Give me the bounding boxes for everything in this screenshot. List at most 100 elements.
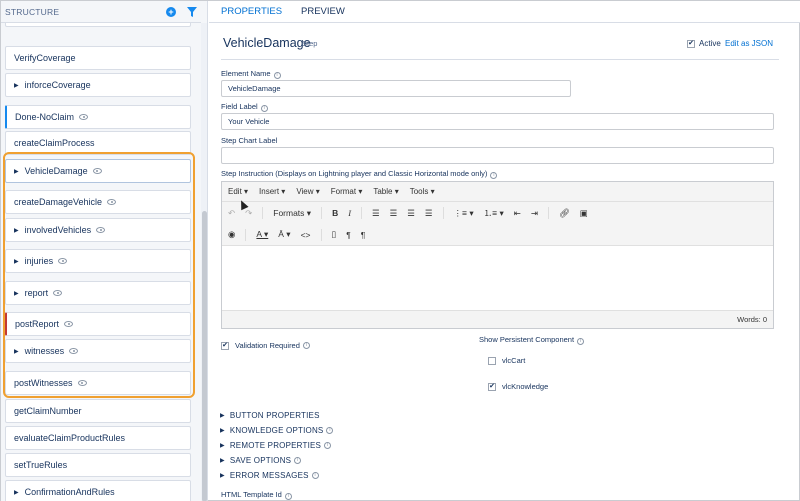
active-checkbox[interactable]: ✔ Active: [687, 39, 721, 48]
formats-dropdown[interactable]: Formats ▾: [273, 208, 311, 219]
expand-caret-icon[interactable]: ▶: [220, 412, 225, 419]
active-check-icon[interactable]: ✔: [687, 39, 695, 48]
expand-caret-icon[interactable]: ▶: [14, 290, 19, 297]
numbered-list-icon[interactable]: ⒈≡ ▾: [484, 207, 504, 219]
tree-node[interactable]: ▶ involvedVehicles: [5, 218, 191, 242]
toolbar-separator: [262, 207, 264, 219]
toolbar-separator: [361, 207, 363, 219]
editor-menu-item[interactable]: Tools ▾: [410, 187, 435, 196]
filter-icon[interactable]: [187, 7, 197, 17]
editor-menu-item[interactable]: Format ▾: [331, 187, 363, 196]
preview-eye-icon[interactable]: ◉: [228, 229, 235, 240]
tree-node[interactable]: ▶ inforceCoverage: [5, 73, 191, 97]
editor-menu-item[interactable]: Table ▾: [373, 187, 398, 196]
background-color-icon[interactable]: Ā ▾: [278, 229, 290, 240]
show-persistent-label: Show Persistent Component: [479, 335, 575, 344]
info-icon: i: [260, 105, 268, 112]
outdent-icon[interactable]: ⇤: [514, 208, 521, 219]
editor-menu-label: Tools: [409, 187, 429, 196]
indent-icon[interactable]: ⇥: [531, 208, 538, 219]
text-color-icon[interactable]: A ▾: [256, 229, 268, 240]
align-center-icon[interactable]: ☰: [390, 208, 398, 219]
editor-menu-label: Table: [373, 187, 393, 196]
edit-as-json-link[interactable]: Edit as JSON: [725, 39, 773, 48]
validation-required-checkbox[interactable]: ✔ Validation Required i: [221, 341, 310, 350]
align-justify-icon[interactable]: ☰: [425, 208, 433, 219]
toolbar-separator: [547, 207, 549, 219]
tree-node[interactable]: createDamageVehicle: [5, 190, 191, 214]
app-window: ▶detailsVerifyCoverage▶inforceCoverageDo…: [0, 0, 800, 501]
section-toggle[interactable]: ▶ REMOTE PROPERTIES i: [220, 441, 332, 450]
section-toggle[interactable]: ▶ SAVE OPTIONS i: [220, 456, 302, 465]
link-icon[interactable]: 🔗︎: [559, 208, 570, 219]
section-toggle[interactable]: ▶ ERROR MESSAGES i: [220, 471, 319, 480]
structure-scroll-thumb[interactable]: [202, 211, 207, 501]
expand-caret-icon[interactable]: ▶: [14, 258, 19, 265]
bold-icon[interactable]: B: [332, 208, 338, 218]
tree-node[interactable]: ▶ VehicleDamage: [5, 159, 191, 183]
expand-caret-icon[interactable]: ▶: [14, 227, 19, 234]
validation-check-icon[interactable]: ✔: [221, 341, 229, 350]
add-icon[interactable]: +: [166, 7, 176, 17]
editor-menu-item[interactable]: Insert ▾: [259, 187, 285, 196]
align-left-icon[interactable]: ☰: [372, 208, 380, 219]
tree-node-label: getClaimNumber: [14, 406, 82, 416]
image-icon[interactable]: ▣: [580, 208, 588, 219]
visibility-eye-icon: [64, 321, 74, 327]
vlcknowledge-check-icon[interactable]: ✔: [488, 382, 496, 391]
step-chart-label: Step Chart Label: [221, 136, 278, 145]
expand-caret-icon[interactable]: ▶: [220, 472, 225, 479]
info-icon: i: [577, 338, 585, 345]
element-name-input[interactable]: VehicleDamage: [221, 80, 571, 97]
tab-preview[interactable]: PREVIEW: [301, 6, 345, 17]
vlccart-checkbox[interactable]: vlcCart: [488, 356, 525, 365]
tree-node[interactable]: ▶ ConfirmationAndRules: [5, 480, 191, 501]
redo-icon[interactable]: ↷: [245, 208, 252, 219]
editor-menu-label: Insert: [259, 187, 280, 196]
expand-caret-icon[interactable]: ▶: [14, 168, 19, 175]
tree-node-label: VerifyCoverage: [14, 53, 76, 63]
tree-node[interactable]: ▶ injuries: [5, 249, 191, 273]
step-chart-label-input[interactable]: [221, 147, 774, 164]
tree-node-label: postReport: [15, 319, 60, 329]
tab-properties[interactable]: PROPERTIES: [221, 6, 282, 17]
tree-node[interactable]: ▶ witnesses: [5, 339, 191, 363]
tree-node[interactable]: postReport: [5, 312, 191, 336]
editor-menu-label: Format: [330, 187, 357, 196]
expand-caret-icon[interactable]: ▶: [14, 348, 19, 355]
undo-icon[interactable]: ↶: [228, 208, 235, 219]
tree-node[interactable]: Done-NoClaim: [5, 105, 191, 129]
info-icon: i: [490, 172, 498, 179]
tree-node[interactable]: evaluateClaimProductRules: [5, 426, 191, 450]
expand-caret-icon[interactable]: ▶: [14, 489, 19, 496]
editor-menu-item[interactable]: View ▾: [296, 187, 319, 196]
align-right-icon[interactable]: ☰: [407, 208, 415, 219]
step-instruction-label-row: Step Instruction (Displays on Lightning …: [221, 169, 498, 179]
source-code-icon[interactable]: <>: [301, 230, 311, 240]
tree-node[interactable]: createClaimProcess: [5, 131, 191, 155]
ltr-icon[interactable]: ¶: [346, 230, 351, 240]
visibility-eye-icon: [53, 290, 63, 296]
element-name-label-row: Element Name i: [221, 69, 281, 79]
vlcknowledge-checkbox[interactable]: ✔ vlcKnowledge: [488, 382, 548, 391]
rtl-icon[interactable]: ¶: [361, 230, 366, 240]
expand-caret-icon[interactable]: ▶: [14, 82, 19, 89]
tree-node[interactable]: VerifyCoverage: [5, 46, 191, 70]
expand-caret-icon[interactable]: ▶: [220, 457, 225, 464]
bullet-list-icon[interactable]: ⋮≡ ▾: [454, 208, 474, 219]
field-label-label: Field Label: [221, 102, 258, 111]
tree-node[interactable]: getClaimNumber: [5, 399, 191, 423]
tree-node[interactable]: ▶ report: [5, 281, 191, 305]
validation-required-label: Validation Required: [235, 341, 300, 350]
bookmark-icon[interactable]: ▯: [332, 229, 337, 240]
section-toggle[interactable]: ▶ BUTTON PROPERTIES: [220, 411, 320, 420]
italic-icon[interactable]: I: [348, 208, 351, 218]
tree-node[interactable]: postWitnesses: [5, 371, 191, 395]
expand-caret-icon[interactable]: ▶: [220, 442, 225, 449]
section-toggle[interactable]: ▶ KNOWLEDGE OPTIONS i: [220, 426, 334, 435]
vlccart-check[interactable]: [488, 356, 496, 365]
editor-menu-item[interactable]: Edit ▾: [228, 187, 248, 196]
tree-node[interactable]: setTrueRules: [5, 453, 191, 477]
field-label-input[interactable]: Your Vehicle: [221, 113, 774, 130]
expand-caret-icon[interactable]: ▶: [220, 427, 225, 434]
